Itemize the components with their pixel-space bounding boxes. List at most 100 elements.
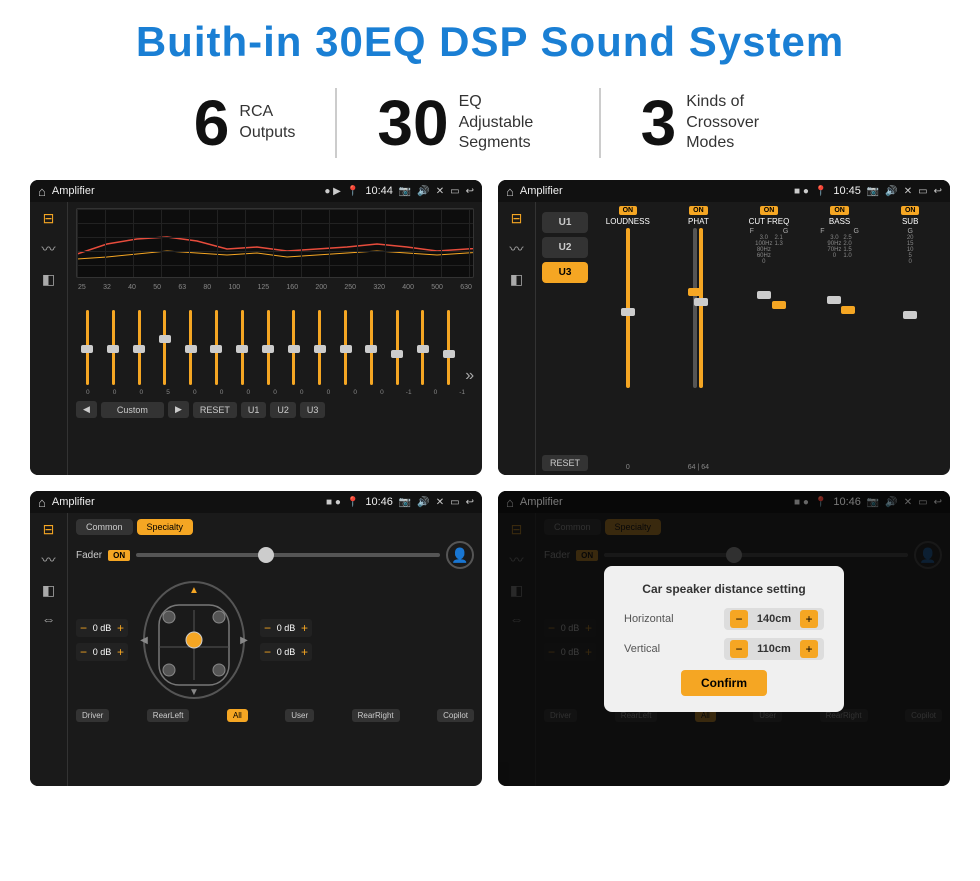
specialty-tab[interactable]: Specialty: [137, 519, 194, 535]
all-btn[interactable]: All: [227, 709, 248, 722]
rear-right-btn[interactable]: RearRight: [352, 709, 400, 722]
sidebar-eq-icon-2[interactable]: ⊟: [511, 210, 523, 227]
home-icon-2[interactable]: ⌂: [506, 184, 514, 199]
vol-fr: − 0 dB +: [260, 619, 312, 637]
svg-text:▶: ▶: [240, 635, 248, 646]
volume-icon-2: 🔊: [885, 186, 897, 197]
vertical-label: Vertical: [624, 643, 684, 655]
driver-btn[interactable]: Driver: [76, 709, 109, 722]
cross-reset-btn[interactable]: RESET: [542, 455, 588, 471]
u1-preset-btn[interactable]: U1: [542, 212, 588, 233]
eq-slider-1[interactable]: [102, 310, 125, 385]
eq-slider-10[interactable]: [334, 310, 357, 385]
play-button[interactable]: ▶: [168, 401, 189, 418]
stat-rca: 6 RCAOutputs: [154, 91, 336, 155]
eq-slider-14[interactable]: [437, 310, 460, 385]
vol-fr-plus[interactable]: +: [301, 621, 308, 635]
vertical-minus-btn[interactable]: −: [730, 640, 748, 658]
eq-slider-4[interactable]: [179, 310, 202, 385]
back-icon-1[interactable]: ↩: [466, 186, 474, 197]
vol-rr-minus[interactable]: −: [264, 645, 271, 659]
crossover-screen-body: ⊟ 〰 ◧ U1 U2 U3 RESET ON LOU: [498, 202, 950, 475]
confirm-button[interactable]: Confirm: [681, 670, 767, 696]
distance-screen-card: ⌂ Amplifier ■ ● 📍 10:46 📷 🔊 ✕ ▭ ↩ ⊟ 〰 ◧ …: [498, 491, 950, 786]
vol-fl-minus[interactable]: −: [80, 621, 87, 635]
common-tab[interactable]: Common: [76, 519, 133, 535]
eq-slider-3[interactable]: [153, 310, 176, 385]
u2-button-eq[interactable]: U2: [270, 402, 296, 418]
fader-slider[interactable]: [136, 553, 440, 557]
stat-rca-number: 6: [194, 91, 230, 155]
cross-channel-sub: ON SUB G 20 15 10 5 0: [876, 206, 944, 471]
time-1: 10:44: [365, 185, 393, 197]
camera-icon-3: 📷: [399, 497, 411, 508]
time-3: 10:46: [365, 496, 393, 508]
prev-button[interactable]: ◀: [76, 401, 97, 418]
eq-slider-6[interactable]: [231, 310, 254, 385]
user-btn[interactable]: User: [285, 709, 314, 722]
sidebar-vol-icon[interactable]: ◧: [42, 271, 55, 288]
freq-125: 125: [257, 284, 269, 291]
vol-fl: − 0 dB +: [76, 619, 128, 637]
sidebar-vol-icon-2[interactable]: ◧: [510, 271, 523, 288]
eq-slider-13[interactable]: [412, 310, 435, 385]
eq-slider-8[interactable]: [283, 310, 306, 385]
fader-handle[interactable]: [258, 547, 274, 563]
eq-main-area: 25 32 40 50 63 80 100 125 160 200 250 32…: [68, 202, 482, 475]
eq-slider-12[interactable]: [386, 310, 409, 385]
vol-rl-plus[interactable]: +: [117, 645, 124, 659]
location-icon-3: 📍: [347, 497, 359, 508]
stat-eq: 30 EQ AdjustableSegments: [337, 91, 598, 155]
u1-button-eq[interactable]: U1: [241, 402, 267, 418]
dialog-overlay: Car speaker distance setting Horizontal …: [498, 491, 950, 786]
back-icon-3[interactable]: ↩: [466, 497, 474, 508]
horizontal-plus-btn[interactable]: +: [800, 610, 818, 628]
eq-slider-5[interactable]: [205, 310, 228, 385]
sidebar-wave-icon-2[interactable]: 〰: [510, 239, 524, 259]
fader-on-toggle[interactable]: ON: [108, 550, 130, 561]
signal-icon-3: ✕: [436, 497, 444, 508]
battery-icon-2: ▭: [918, 186, 927, 197]
horizontal-minus-btn[interactable]: −: [730, 610, 748, 628]
u3-preset-btn[interactable]: U3: [542, 262, 588, 283]
bottom-labels: Driver RearLeft All User RearRight Copil…: [76, 709, 474, 722]
sidebar-eq-icon[interactable]: ⊟: [43, 210, 55, 227]
sidebar-arrows-icon-3[interactable]: ⇔: [42, 611, 56, 627]
home-icon-1[interactable]: ⌂: [38, 184, 46, 199]
vol-fl-plus[interactable]: +: [117, 621, 124, 635]
eq-slider-7[interactable]: [257, 310, 280, 385]
vol-rl-value: 0 dB: [90, 647, 114, 657]
back-icon-2[interactable]: ↩: [934, 186, 942, 197]
crossover-presets: U1 U2 U3 RESET: [542, 206, 588, 471]
sidebar-eq-icon-3[interactable]: ⊟: [43, 521, 55, 538]
copilot-btn[interactable]: Copilot: [437, 709, 474, 722]
expand-icon[interactable]: »: [465, 367, 474, 385]
preset-custom[interactable]: Custom: [101, 402, 164, 418]
fader-screen-body: ⊟ 〰 ◧ ⇔ Common Specialty Fader ON: [30, 513, 482, 786]
time-2: 10:45: [833, 185, 861, 197]
vol-rr-value: 0 dB: [274, 647, 298, 657]
vertical-plus-btn[interactable]: +: [800, 640, 818, 658]
reset-button-eq[interactable]: RESET: [193, 402, 237, 418]
rear-left-btn[interactable]: RearLeft: [147, 709, 190, 722]
eq-freq-labels: 25 32 40 50 63 80 100 125 160 200 250 32…: [76, 284, 474, 291]
u3-button-eq[interactable]: U3: [300, 402, 326, 418]
vol-rl-minus[interactable]: −: [80, 645, 87, 659]
eq-slider-2[interactable]: [128, 310, 151, 385]
eq-slider-9[interactable]: [308, 310, 331, 385]
eq-slider-0[interactable]: [76, 310, 99, 385]
sidebar-wave-icon[interactable]: 〰: [42, 239, 56, 259]
sidebar-vol-icon-3[interactable]: ◧: [42, 582, 55, 599]
vol-rr-plus[interactable]: +: [301, 645, 308, 659]
u2-preset-btn[interactable]: U2: [542, 237, 588, 258]
signal-icon-1: ✕: [436, 186, 444, 197]
sidebar-wave-icon-3[interactable]: 〰: [42, 550, 56, 570]
home-icon-3[interactable]: ⌂: [38, 495, 46, 510]
svg-text:◀: ◀: [140, 635, 148, 646]
vol-fr-minus[interactable]: −: [264, 621, 271, 635]
vertical-stepper: − 110cm +: [724, 638, 824, 660]
cross-channel-loudness: ON LOUDNESS 0: [594, 206, 662, 471]
car-svg: ▲ ▼ ◀ ▶: [134, 575, 254, 705]
eq-slider-11[interactable]: [360, 310, 383, 385]
user-icon-btn[interactable]: 👤: [446, 541, 474, 569]
